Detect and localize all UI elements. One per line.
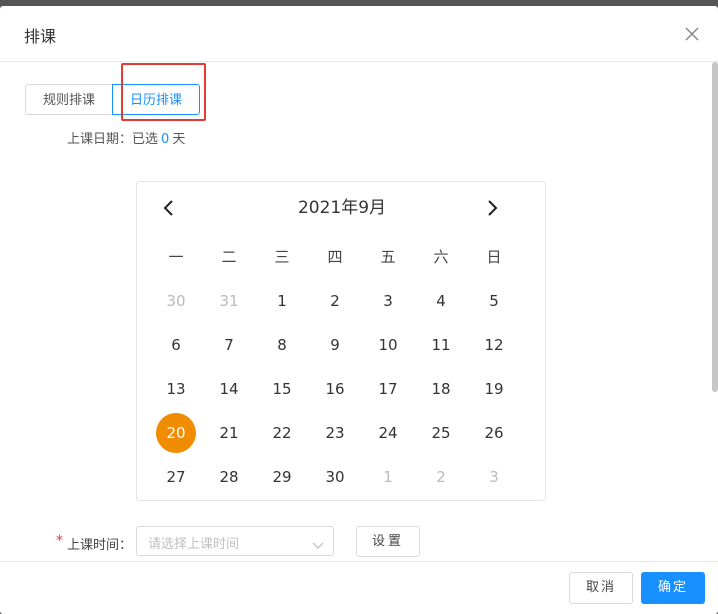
- calendar-day[interactable]: 25: [421, 413, 461, 453]
- weekday-header: 二: [221, 248, 237, 266]
- selected-suffix: 天: [172, 132, 186, 147]
- calendar-day-outside[interactable]: 1: [368, 457, 408, 497]
- chevron-down-icon: [312, 536, 324, 549]
- weekday-header: 四: [327, 248, 343, 266]
- calendar-day[interactable]: 1: [262, 281, 302, 321]
- calendar-day[interactable]: 13: [156, 369, 196, 409]
- calendar-day[interactable]: 2: [315, 281, 355, 321]
- prev-month-icon[interactable]: [157, 196, 181, 220]
- schedule-dialog: 排课 规则排课 日历排课 上课日期：已选 0 天 2021年9月 一二三四五六日 30…: [0, 6, 718, 614]
- calendar-day[interactable]: 7: [209, 325, 249, 365]
- tab-rule-schedule[interactable]: 规则排课: [25, 84, 113, 115]
- selected-prefix: 已选: [132, 132, 159, 147]
- weekday-header: 日: [486, 248, 502, 266]
- dialog-header: 排课: [0, 6, 718, 62]
- annotation-highlight-box: [121, 63, 206, 121]
- next-month-icon[interactable]: [480, 196, 504, 220]
- calendar-day[interactable]: 26: [474, 413, 514, 453]
- calendar-day[interactable]: 3: [368, 281, 408, 321]
- calendar-day[interactable]: 11: [421, 325, 461, 365]
- confirm-button[interactable]: 确定: [641, 572, 705, 604]
- set-time-button[interactable]: 设置: [356, 526, 420, 557]
- calendar-day[interactable]: 16: [315, 369, 355, 409]
- required-asterisk: *: [56, 533, 63, 549]
- dialog-title: 排课: [24, 27, 57, 46]
- weekday-header: 五: [380, 248, 396, 266]
- calendar-day[interactable]: 17: [368, 369, 408, 409]
- calendar-day[interactable]: 6: [156, 325, 196, 365]
- weekday-header: 六: [433, 248, 449, 266]
- calendar-day[interactable]: 18: [421, 369, 461, 409]
- selected-count: 0: [161, 132, 170, 147]
- calendar-day[interactable]: 14: [209, 369, 249, 409]
- calendar: 2021年9月 一二三四五六日 30 31 1 2 3 4 5 6 7 8 9 10 11 12 13 14 15…: [136, 181, 546, 501]
- calendar-day-outside[interactable]: 30: [156, 281, 196, 321]
- calendar-day[interactable]: 21: [209, 413, 249, 453]
- calendar-day-outside[interactable]: 31: [209, 281, 249, 321]
- calendar-day-selected[interactable]: 20: [156, 413, 196, 453]
- calendar-day[interactable]: 22: [262, 413, 302, 453]
- calendar-day[interactable]: 30: [315, 457, 355, 497]
- class-date-label: 上课日期：: [67, 132, 133, 147]
- calendar-day[interactable]: 27: [156, 457, 196, 497]
- weekday-header: 一: [168, 248, 184, 266]
- calendar-day[interactable]: 23: [315, 413, 355, 453]
- class-time-select[interactable]: 请选择上课时间: [136, 526, 334, 556]
- selected-days-summary: 上课日期：已选 0 天: [67, 128, 185, 147]
- calendar-day[interactable]: 5: [474, 281, 514, 321]
- calendar-day-outside[interactable]: 3: [474, 457, 514, 497]
- calendar-day[interactable]: 28: [209, 457, 249, 497]
- calendar-day[interactable]: 9: [315, 325, 355, 365]
- calendar-day-outside[interactable]: 2: [421, 457, 461, 497]
- weekday-header: 三: [274, 248, 290, 266]
- calendar-day[interactable]: 10: [368, 325, 408, 365]
- calendar-day[interactable]: 19: [474, 369, 514, 409]
- calendar-day[interactable]: 15: [262, 369, 302, 409]
- calendar-day[interactable]: 24: [368, 413, 408, 453]
- footer-divider: [0, 561, 718, 562]
- calendar-day[interactable]: 4: [421, 281, 461, 321]
- close-icon[interactable]: [682, 24, 702, 44]
- calendar-day[interactable]: 8: [262, 325, 302, 365]
- class-time-placeholder: 请选择上课时间: [148, 537, 240, 552]
- calendar-day[interactable]: 12: [474, 325, 514, 365]
- calendar-day[interactable]: 29: [262, 457, 302, 497]
- class-time-label: 上课时间：: [67, 538, 133, 553]
- cancel-button[interactable]: 取消: [569, 572, 633, 604]
- scrollbar[interactable]: [712, 62, 718, 392]
